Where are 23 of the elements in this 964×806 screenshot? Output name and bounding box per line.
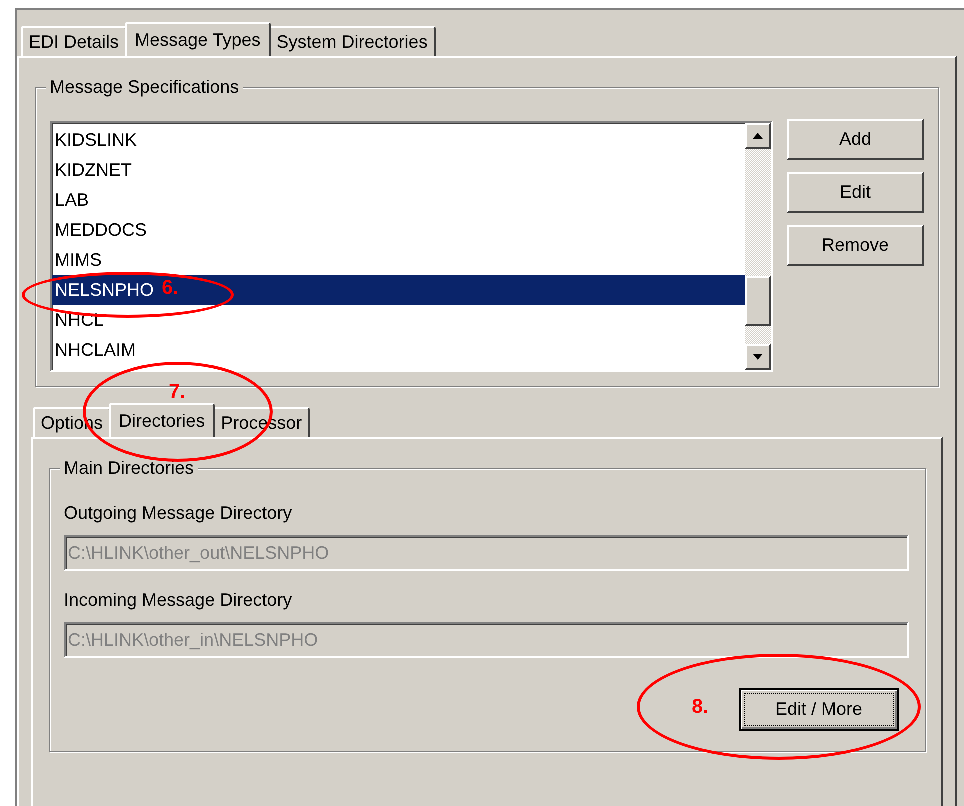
- scroll-thumb[interactable]: [745, 276, 771, 326]
- field-label: Incoming Message Directory: [64, 589, 294, 611]
- action-button[interactable]: Add: [787, 119, 924, 160]
- action-button[interactable]: Remove: [787, 225, 924, 266]
- tab[interactable]: System Directories: [268, 26, 436, 56]
- tab[interactable]: Message Types: [125, 22, 271, 56]
- list-item[interactable]: KIDSLINK: [52, 125, 745, 155]
- tab[interactable]: EDI Details: [21, 26, 128, 56]
- scroll-down-icon[interactable]: [753, 354, 763, 360]
- list-item[interactable]: NHCLAIM: [52, 335, 745, 365]
- list-item[interactable]: KIDZNET: [52, 155, 745, 185]
- action-button[interactable]: Edit: [787, 172, 924, 213]
- list-item[interactable]: MEDDOCS: [52, 215, 745, 245]
- annotation-number: 8.: [692, 695, 709, 719]
- scrollbar[interactable]: [745, 123, 771, 370]
- scroll-up-icon[interactable]: [753, 133, 763, 139]
- field-label: Outgoing Message Directory: [64, 502, 294, 524]
- list-item[interactable]: LAB: [52, 185, 745, 215]
- edit-more-button[interactable]: Edit / More: [739, 688, 899, 731]
- list-item[interactable]: MIMS: [52, 245, 745, 275]
- annotation-number: 6.: [162, 276, 179, 300]
- tab[interactable]: Directories: [109, 403, 216, 437]
- annotation-number: 7.: [169, 380, 186, 404]
